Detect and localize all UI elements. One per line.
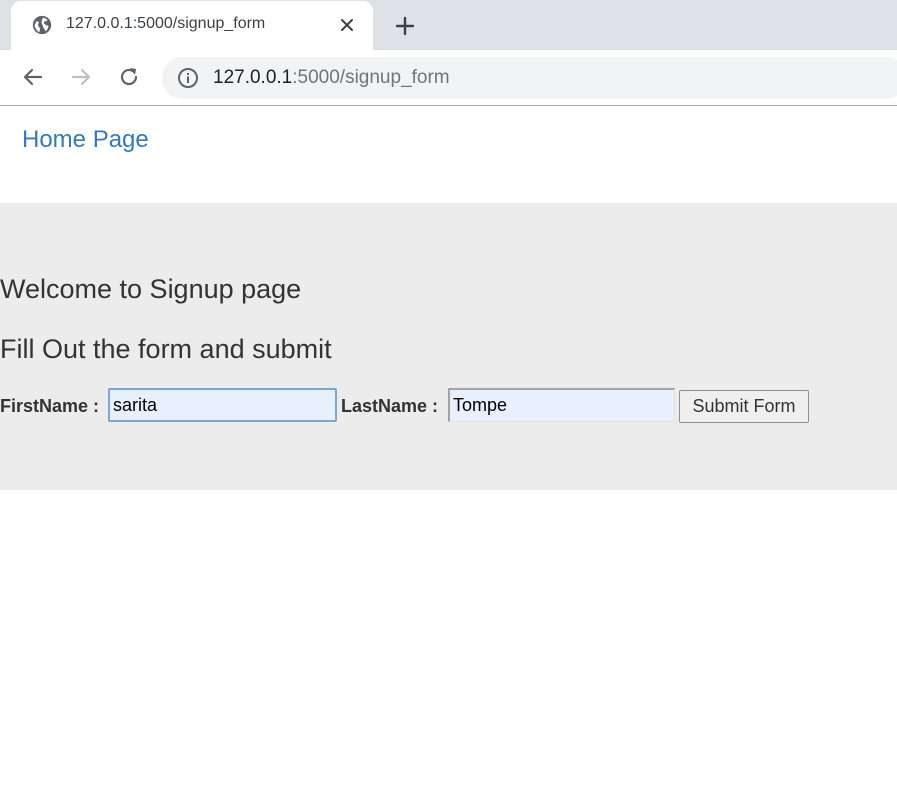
first-name-input[interactable] bbox=[108, 388, 337, 422]
first-name-label: FirstName : bbox=[0, 396, 100, 416]
last-name-label: LastName : bbox=[341, 396, 439, 416]
signup-panel: Welcome to Signup page Fill Out the form… bbox=[0, 203, 897, 490]
arrow-left-icon[interactable] bbox=[20, 64, 46, 90]
globe-icon bbox=[32, 15, 52, 35]
arrow-right-icon[interactable] bbox=[68, 64, 94, 90]
close-icon[interactable] bbox=[337, 15, 357, 35]
browser-toolbar: 127.0.0.1:5000/signup_form bbox=[0, 50, 897, 106]
last-name-input[interactable] bbox=[448, 388, 675, 422]
url-text: 127.0.0.1:5000/signup_form bbox=[213, 67, 450, 89]
home-page-link[interactable]: Home Page bbox=[22, 126, 149, 154]
page-title: Welcome to Signup page bbox=[0, 274, 302, 304]
url-path: :5000/signup_form bbox=[292, 67, 450, 88]
tab-strip: 127.0.0.1:5000/signup_form bbox=[0, 0, 897, 50]
page-content: Home Page Welcome to Signup page Fill Ou… bbox=[0, 106, 897, 786]
browser-tab[interactable]: 127.0.0.1:5000/signup_form bbox=[11, 1, 373, 50]
signup-form: FirstName : LastName : Submit Form bbox=[0, 388, 897, 423]
submit-form-button[interactable]: Submit Form bbox=[679, 390, 809, 423]
tab-title: 127.0.0.1:5000/signup_form bbox=[66, 15, 266, 32]
info-icon[interactable] bbox=[177, 67, 199, 89]
plus-icon[interactable] bbox=[392, 13, 418, 39]
page-subtitle: Fill Out the form and submit bbox=[0, 334, 332, 364]
address-bar[interactable]: 127.0.0.1:5000/signup_form bbox=[162, 57, 897, 99]
url-host: 127.0.0.1 bbox=[213, 67, 293, 88]
reload-icon[interactable] bbox=[116, 64, 142, 90]
